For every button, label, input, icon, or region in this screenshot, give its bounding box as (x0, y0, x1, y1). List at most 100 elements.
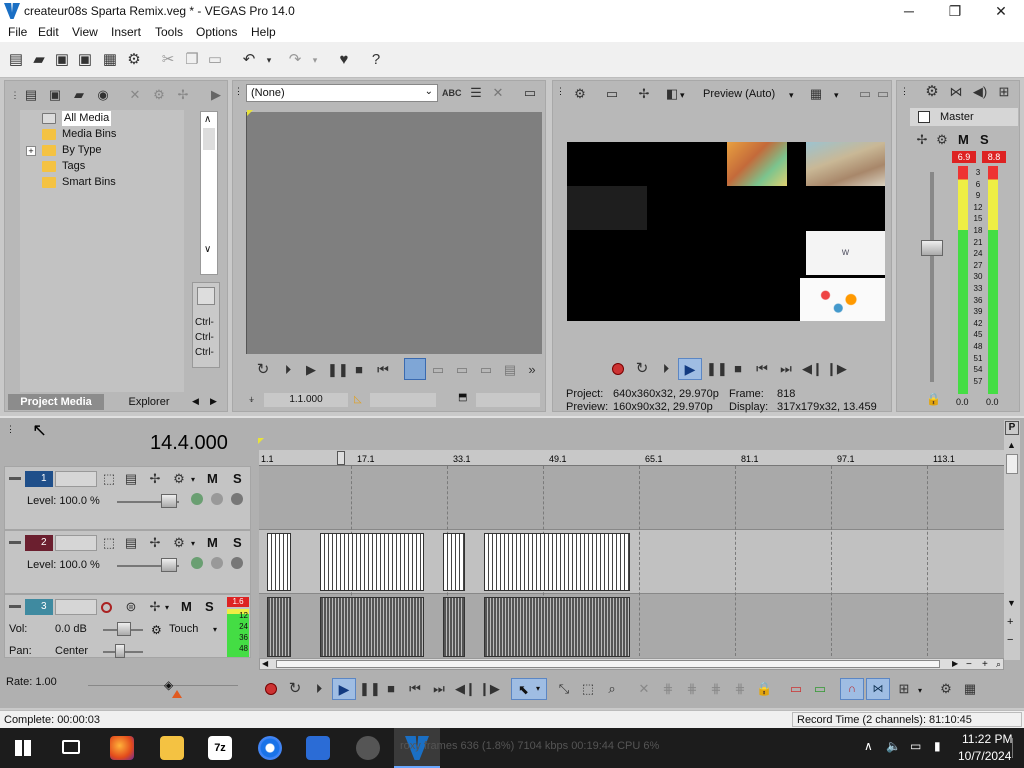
master-mute-button[interactable]: M (958, 132, 969, 147)
scroll-right-icon[interactable]: ▶ (952, 659, 958, 668)
track-number-2[interactable]: 2 (25, 535, 53, 551)
bus-fx-icon[interactable]: ⚙ (934, 132, 950, 148)
trim-end-icon[interactable]: ⋕ (708, 681, 724, 697)
fx-dropdown-icon[interactable]: ▾ (680, 90, 685, 101)
preview-quality-dropdown[interactable]: Preview (Auto) (703, 88, 775, 100)
timeline-vertical-scrollbar[interactable]: P ▲ ▼ + − (1004, 420, 1020, 660)
microphone-icon[interactable]: ▮ (934, 739, 941, 753)
pane-grip-icon[interactable]: ⋮ (900, 86, 909, 97)
tree-item-by-type[interactable]: By Type (42, 143, 182, 158)
trimmer-viewport[interactable] (246, 112, 542, 354)
media-fx-icon[interactable]: ⚙ (151, 87, 167, 103)
compositing-icon[interactable]: ✢ (147, 471, 163, 487)
ignore-grouping-icon[interactable]: ▦ (962, 681, 978, 697)
ripple-dropdown-icon[interactable]: ▾ (918, 686, 922, 695)
menu-options[interactable]: Options (196, 25, 237, 39)
replace-icon[interactable]: ▭ (478, 362, 494, 378)
track-header-1[interactable]: 1 ⬚ ▤ ✢ ⚙ ▾ M S Level: 100.0 % (4, 466, 251, 530)
tab-scroll-right-icon[interactable]: ▶ (210, 396, 217, 407)
go-to-start-icon[interactable]: ⏮ (407, 681, 423, 697)
pane-grip-icon[interactable]: ⋮ (234, 86, 243, 97)
split-icon[interactable]: ⋕ (732, 681, 748, 697)
menu-view[interactable]: View (72, 25, 98, 39)
track-motion-icon[interactable]: ⬚ (101, 471, 117, 487)
composite-mode-icon[interactable] (191, 557, 203, 569)
marker-list-icon[interactable]: ☰ (468, 85, 484, 101)
search-icon[interactable] (197, 287, 215, 305)
zoom-out-icon[interactable]: − (1007, 634, 1013, 646)
vol-slider-handle[interactable] (117, 622, 131, 636)
pause-icon[interactable]: ❚❚ (706, 361, 728, 377)
collapse-icon[interactable] (9, 541, 21, 544)
save-snapshot-icon[interactable]: ▭ (875, 86, 891, 102)
track-name-field[interactable] (55, 535, 97, 551)
properties-icon[interactable]: ⚙ (126, 52, 142, 68)
master-solo-button[interactable]: S (980, 132, 989, 147)
trim-in-icon[interactable]: ⍖ (248, 392, 255, 407)
in-point-icon[interactable]: ◺ (354, 394, 362, 405)
audio-event[interactable] (484, 597, 630, 657)
undo-icon[interactable]: ↶ (241, 52, 257, 68)
firefox-icon[interactable] (110, 736, 134, 760)
scroll-down-icon[interactable]: ▼ (1007, 598, 1016, 608)
play-button[interactable]: ▶ (332, 678, 356, 700)
downmix-icon[interactable]: ⋈ (948, 84, 964, 100)
pane-grip-icon[interactable]: ⋮ (6, 424, 15, 435)
scroll-up-icon[interactable]: ∧ (204, 114, 211, 125)
master-checkbox-icon[interactable] (918, 111, 930, 123)
menu-file[interactable]: File (8, 25, 27, 39)
menu-help[interactable]: Help (251, 25, 276, 39)
audio-event[interactable] (443, 597, 465, 657)
track-name-field[interactable] (55, 471, 97, 487)
selection-icon[interactable]: ⬒ (458, 392, 467, 403)
screen-icon[interactable]: ▭ (522, 85, 538, 101)
parent-composite-icon[interactable] (211, 493, 223, 505)
pause-icon[interactable]: ❚❚ (327, 362, 349, 378)
more-tools-icon[interactable]: » (524, 362, 540, 378)
video-event[interactable] (484, 533, 630, 591)
track-fx-icon[interactable]: ⚙ (171, 471, 187, 487)
automation-dropdown-icon[interactable]: ▾ (213, 625, 217, 634)
make-compositing-child-icon[interactable] (231, 493, 243, 505)
play-from-start-icon[interactable]: ⏵ (311, 681, 327, 697)
tab-project-media[interactable]: Project Media (8, 394, 104, 410)
peak-left[interactable]: 6.9 (952, 151, 976, 163)
audio-event[interactable] (267, 597, 291, 657)
file-explorer-icon[interactable] (160, 736, 184, 760)
track-header-2[interactable]: 2 ⬚ ▤ ✢ ⚙ ▾ M S Level: 100.0 % (4, 530, 251, 594)
zoom-tool-icon[interactable]: ⌕ (996, 659, 1001, 670)
render-icon[interactable]: ▦ (102, 52, 118, 68)
trimmer-media-dropdown[interactable]: (None) ⌄ (246, 84, 438, 102)
loop-icon[interactable]: ↻ (287, 681, 303, 697)
show-hidden-icons-icon[interactable]: ∧ (864, 739, 873, 753)
tree-item-all-media[interactable]: All Media (42, 111, 182, 126)
track-mute-button[interactable]: M (207, 535, 218, 550)
track-motion-icon[interactable]: ⬚ (101, 535, 117, 551)
video-event[interactable] (443, 533, 465, 591)
more-icon[interactable]: ▶ (208, 87, 224, 103)
auto-crossfade-icon[interactable]: ⋈ (866, 678, 890, 700)
cut-icon[interactable]: ✂ (160, 52, 176, 68)
go-to-start-icon[interactable]: ⏮ (754, 361, 770, 377)
save-as-icon[interactable]: ▣ (77, 52, 93, 68)
preview-properties-icon[interactable]: ⚙ (572, 86, 588, 102)
clear-icon[interactable]: ✕ (490, 85, 506, 101)
scroll-left-icon[interactable]: ◀ (262, 659, 268, 668)
play-button[interactable]: ▶ (678, 358, 702, 380)
tree-item-smart-bins[interactable]: Smart Bins (42, 175, 182, 190)
play-from-start-icon[interactable]: ⏵ (658, 361, 674, 377)
composite-mode-icon[interactable] (191, 493, 203, 505)
playhead-handle[interactable] (337, 451, 345, 465)
automation-mode[interactable]: Touch (169, 623, 198, 635)
import-media-icon[interactable]: ▤ (23, 87, 39, 103)
next-frame-icon[interactable]: ❙▶ (826, 361, 847, 377)
zoom-out-h-icon[interactable]: − (966, 659, 972, 670)
maximize-button[interactable]: ❐ (932, 0, 978, 22)
record-icon[interactable] (265, 683, 277, 695)
external-monitor-icon[interactable]: ▭ (604, 86, 620, 102)
track-number-1[interactable]: 1 (25, 471, 53, 487)
audio-fx-icon[interactable]: ✢ (147, 599, 163, 615)
pan-slider-handle[interactable] (115, 644, 125, 658)
app-icon[interactable] (306, 736, 330, 760)
copy-icon[interactable]: ❐ (184, 52, 200, 68)
